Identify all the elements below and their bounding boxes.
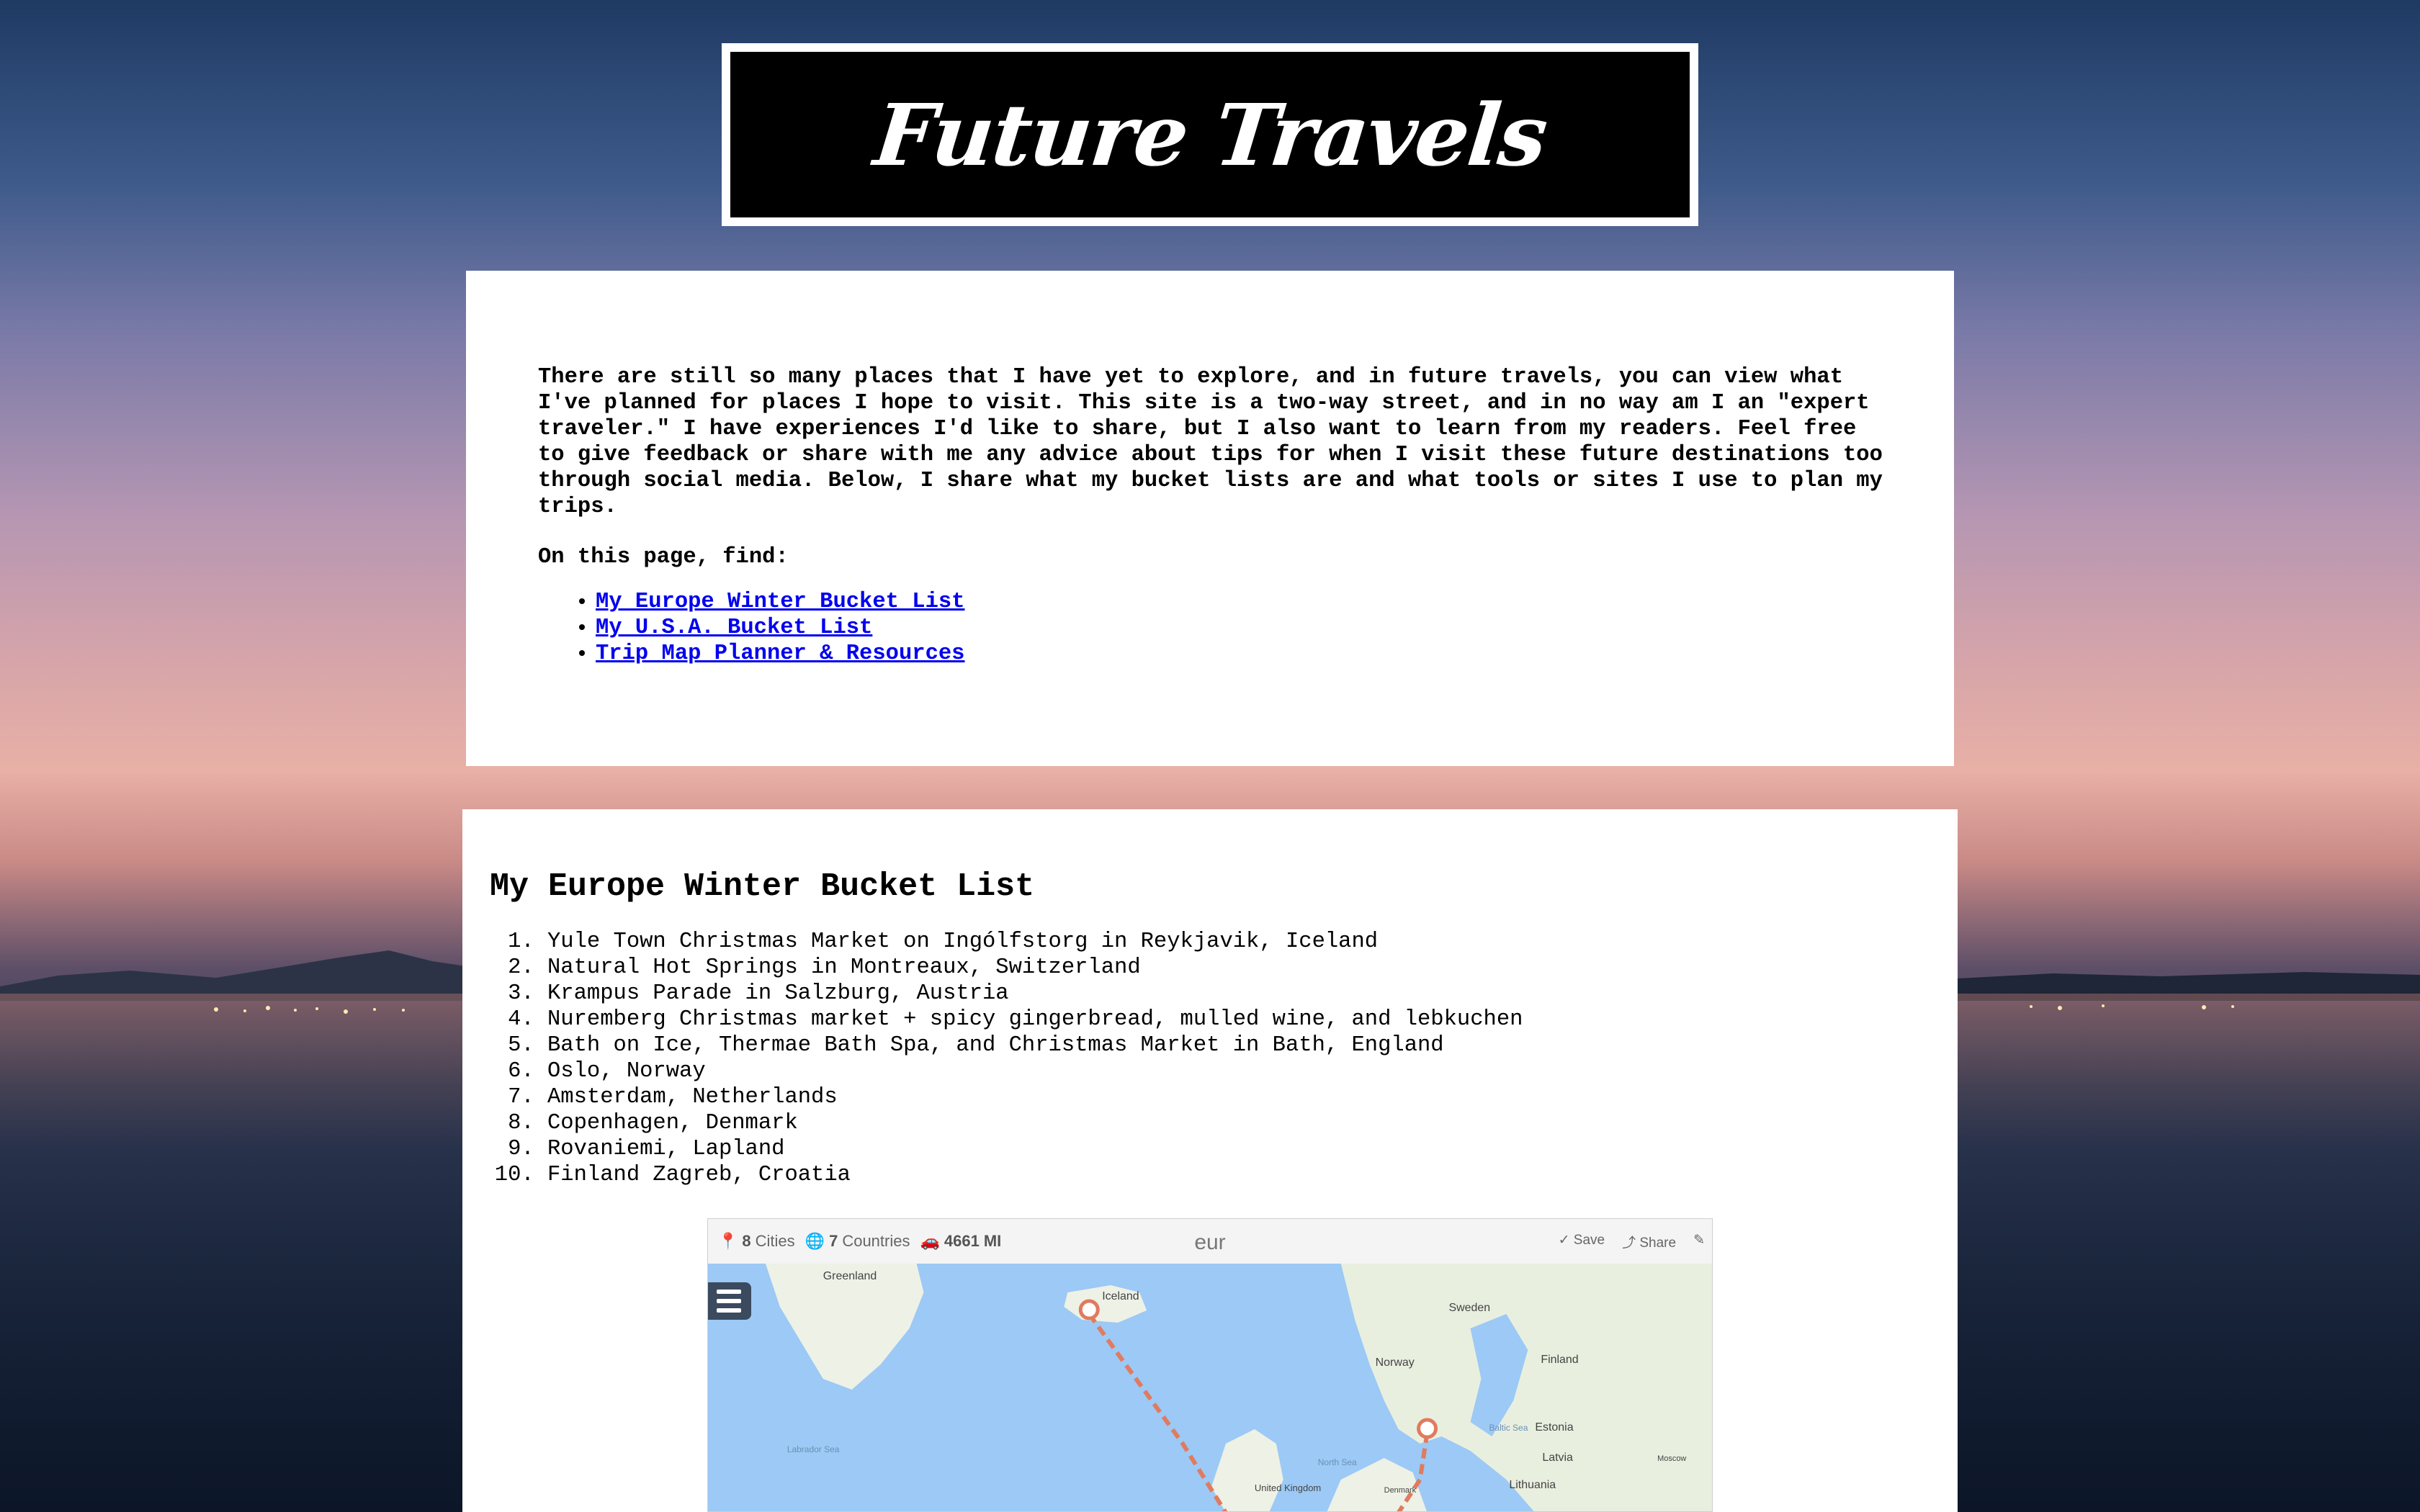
list-item: Finland Zagreb, Croatia [547,1162,1929,1188]
map-label-iceland: Iceland [1102,1290,1139,1302]
europe-heading: My Europe Winter Bucket List [490,868,1035,905]
map-save-label: Save [1573,1233,1605,1248]
list-item: Oslo, Norway [547,1058,1929,1084]
list-item: Nuremberg Christmas market + spicy ginge… [547,1007,1929,1032]
map-label-baltic-sea: Baltic Sea [1489,1423,1528,1433]
map-label-labrador-sea: Labrador Sea [787,1444,840,1454]
list-item: Amsterdam, Netherlands [547,1084,1929,1110]
list-item: My U.S.A. Bucket List [596,615,1882,641]
list-item: Krampus Parade in Salzburg, Austria [547,981,1929,1007]
list-item: Yule Town Christmas Market on Ingólfstor… [547,929,1929,955]
map-label-denmark: Denmark [1384,1486,1417,1495]
map-label-greenland: Greenland [823,1270,877,1282]
map-toolbar: 📍 8 Cities 🌐 7 Countries 🚗 4661 MI eur ✓… [708,1219,1712,1264]
europe-bucket-list: Yule Town Christmas Market on Ingólfstor… [490,929,1929,1188]
page-links-list: My Europe Winter Bucket List My U.S.A. B… [538,589,1882,667]
map-actions: ✓ Save ⤴ Share ✎ [1559,1232,1705,1251]
title-inner: Future Travels [730,52,1690,217]
map-label-moscow: Moscow [1657,1454,1686,1463]
map-label-finland: Finland [1541,1354,1578,1366]
map-label-uk: United Kingdom [1255,1482,1321,1493]
map-menu-button [708,1282,751,1320]
map-label-estonia: Estonia [1535,1421,1573,1434]
map-share-label: Share [1639,1236,1677,1251]
map-canvas: Greenland Iceland Sweden Norway Finland … [708,1264,1712,1511]
list-item: My Europe Winter Bucket List [596,589,1882,615]
list-item: Copenhagen, Denmark [547,1110,1929,1136]
list-item: Natural Hot Springs in Montreaux, Switze… [547,955,1929,981]
map-label-latvia: Latvia [1542,1452,1573,1464]
map-pin [1078,1299,1100,1320]
link-europe-bucket-list[interactable]: My Europe Winter Bucket List [596,590,964,614]
intro-panel: There are still so many places that I ha… [466,271,1954,766]
link-usa-bucket-list[interactable]: My U.S.A. Bucket List [596,616,872,640]
map-pin [1417,1418,1438,1439]
list-item: Trip Map Planner & Resources [596,641,1882,667]
map-label-norway: Norway [1376,1356,1415,1369]
find-label: On this page, find: [538,545,789,570]
map-label-sweden: Sweden [1449,1302,1491,1314]
link-trip-map-planner[interactable]: Trip Map Planner & Resources [596,642,964,666]
map-share: ⤴ Share [1622,1236,1677,1251]
list-item: Bath on Ice, Thermae Bath Spa, and Chris… [547,1032,1929,1058]
site-title-banner: Future Travels [722,43,1698,226]
site-title: Future Travels [869,84,1551,185]
map-label-north-sea: North Sea [1318,1457,1357,1467]
intro-paragraph: There are still so many places that I ha… [538,365,1883,519]
map-save: ✓ Save [1558,1233,1605,1248]
map-label-lithuania: Lithuania [1509,1479,1556,1491]
pencil-icon: ✎ [1693,1233,1705,1248]
list-item: Rovaniemi, Lapland [547,1136,1929,1162]
trip-map-image: 📍 8 Cities 🌐 7 Countries 🚗 4661 MI eur ✓… [707,1218,1713,1512]
